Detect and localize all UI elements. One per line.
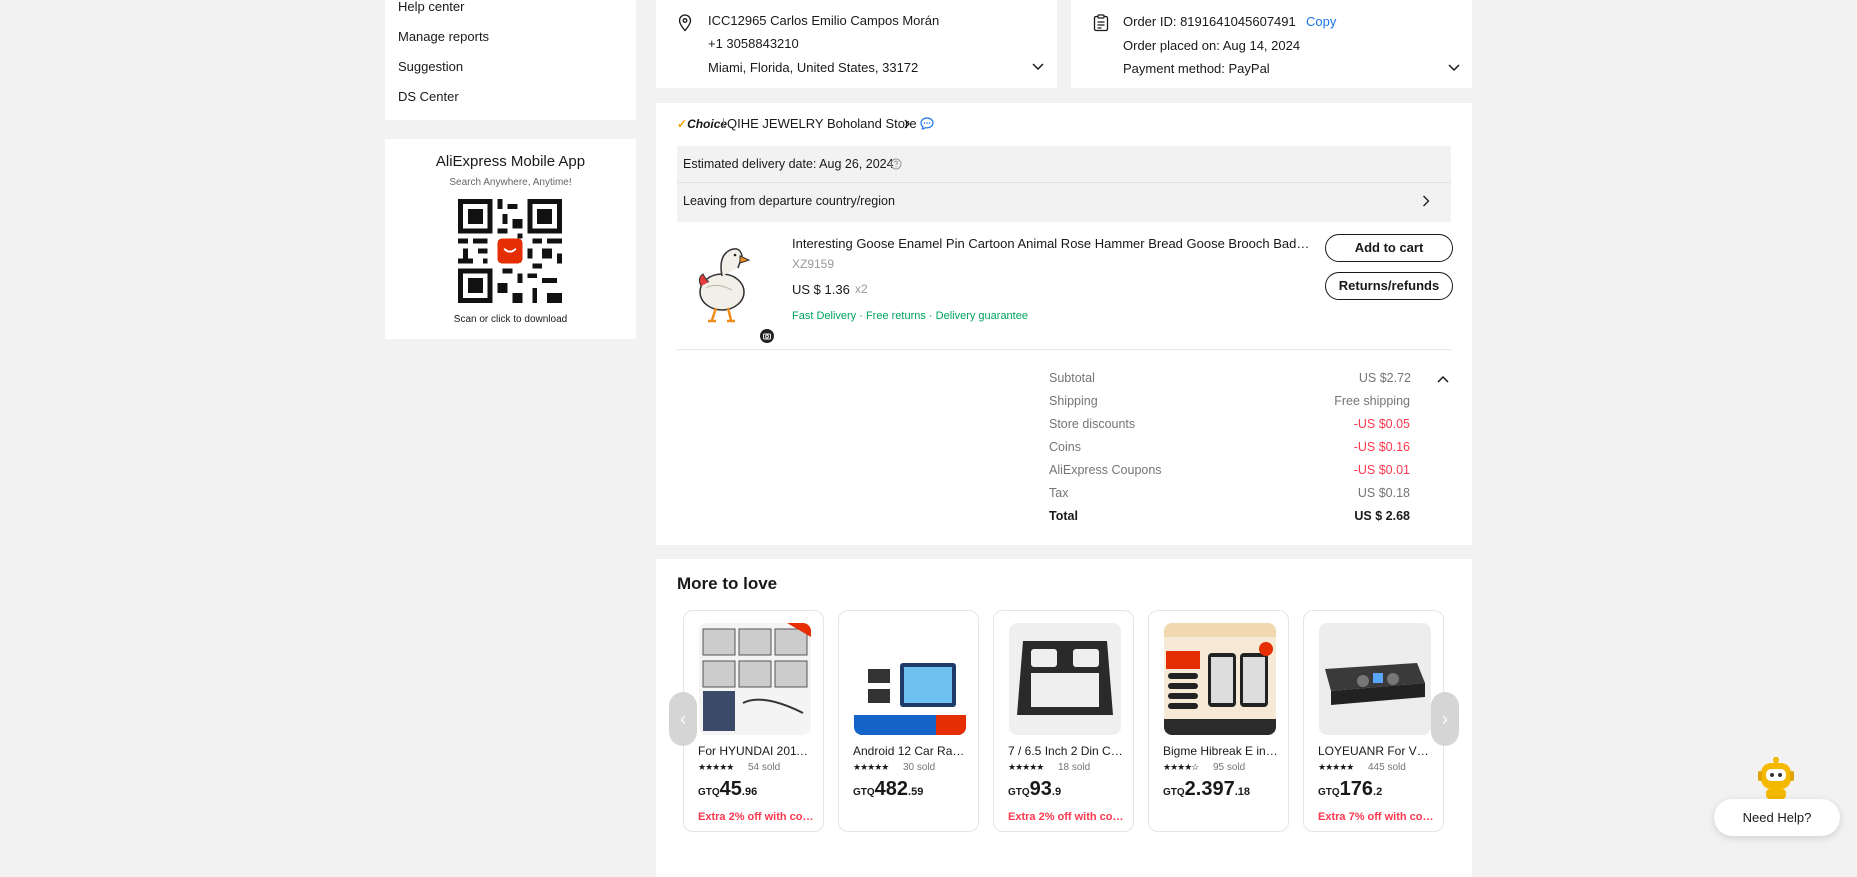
recommended-product-card[interactable]: LOYEUANR For VW Camera ★★★★★ 445 sold GT… [1303, 610, 1444, 832]
app-title: AliExpress Mobile App [435, 153, 586, 170]
star-rating: ★★★★★ [1318, 762, 1354, 772]
need-help-button[interactable]: Need Help? [1714, 799, 1840, 836]
chevron-right-icon[interactable] [1421, 194, 1431, 208]
product-name: Android 12 Car Radio For Hyundai [853, 744, 969, 758]
account-sidebar: Help center Manage reports Suggestion DS… [385, 0, 636, 120]
recipient-name: ICC12965 Carlos Emilio Campos Morán [708, 13, 940, 28]
sidebar-item-help-center[interactable]: Help center [398, 0, 464, 14]
sold-count: 18 sold [1058, 762, 1091, 773]
product-name: 7 / 6.5 Inch 2 Din Car Frame [1008, 744, 1124, 758]
store-order-card: ✓Choice QIHE JEWELRY Boholand Store Esti… [656, 103, 1472, 545]
app-download-link[interactable]: Scan or click to download [385, 314, 636, 325]
chevron-down-icon[interactable] [1031, 62, 1045, 72]
order-info-card: Order ID: 8191641045607491 Copy Order pl… [1071, 0, 1472, 88]
product-thumbnail[interactable] [692, 242, 766, 326]
copy-order-id-button[interactable]: Copy [1306, 14, 1336, 29]
promo-text: Extra 2% off with coins [1008, 811, 1124, 823]
carousel-prev-button[interactable]: ‹ [669, 692, 697, 746]
help-robot-icon[interactable] [1756, 757, 1796, 801]
chevron-down-icon[interactable] [1447, 63, 1461, 73]
product-price: GTQ45.96 [698, 778, 758, 800]
recipient-phone: +1 3058843210 [708, 36, 799, 51]
product-price: GTQ482.59 [853, 778, 924, 800]
sidebar-item-manage-reports[interactable]: Manage reports [398, 29, 489, 44]
promo-text: Extra 2% off with coins [698, 811, 814, 823]
product-title-link[interactable]: Interesting Goose Enamel Pin Cartoon Ani… [792, 236, 1312, 251]
star-rating: ★★★★★ [1008, 762, 1044, 772]
clipboard-icon [1093, 14, 1109, 32]
choice-badge: ✓Choice [677, 117, 728, 131]
chevron-up-icon[interactable] [1436, 374, 1450, 384]
sold-count: 95 sold [1213, 762, 1246, 773]
location-pin-icon [678, 14, 692, 32]
estimated-delivery-date: Estimated delivery date: Aug 26, 2024 [683, 157, 894, 171]
app-subtitle: Search Anywhere, Anytime! [449, 177, 572, 188]
chevron-right-icon: › [1442, 709, 1448, 729]
summary-subtotal: Subtotal US $2.72 [1049, 371, 1411, 385]
recommended-product-card[interactable]: Android 12 Car Radio For Hyundai ★★★★★ 3… [838, 610, 979, 832]
checkmark-icon: ✓ [677, 117, 688, 131]
payment-method: Payment method: PayPal [1123, 61, 1270, 76]
product-image [1319, 623, 1431, 735]
divider [677, 182, 1451, 183]
recommended-product-card[interactable]: 7 / 6.5 Inch 2 Din Car Frame ★★★★★ 18 so… [993, 610, 1134, 832]
carousel-next-button[interactable]: › [1431, 692, 1459, 746]
chevron-left-icon: ‹ [680, 709, 686, 729]
product-image [1164, 623, 1276, 735]
chevron-right-icon[interactable] [903, 118, 911, 130]
star-rating: ★★★★☆ [1163, 762, 1199, 772]
divider [677, 349, 1451, 350]
service-badges: Fast Delivery · Free returns · Delivery … [792, 310, 1028, 322]
order-id: Order ID: 8191641045607491 [1123, 14, 1296, 29]
sold-count: 445 sold [1368, 762, 1406, 773]
product-sku: XZ9159 [792, 257, 835, 271]
product-price: GTQ176.2 [1318, 778, 1383, 800]
summary-store-discounts: Store discounts -US $0.05 [1049, 417, 1410, 431]
product-name: Bigme Hibreak E ink Smartphone [1163, 744, 1279, 758]
qr-code-image[interactable] [458, 199, 562, 303]
product-price: GTQ93.9 [1008, 778, 1062, 800]
star-rating: ★★★★★ [853, 762, 889, 772]
recipient-location: Miami, Florida, United States, 33172 [708, 60, 919, 75]
summary-tax: Tax US $0.18 [1049, 486, 1410, 500]
shipping-address-card: ICC12965 Carlos Emilio Campos Morán +1 3… [656, 0, 1057, 88]
product-price: US $ 1.36 [792, 282, 850, 297]
section-title: More to love [677, 574, 778, 593]
departure-region[interactable]: Leaving from departure country/region [683, 194, 895, 208]
product-name: For HYUNDAI 2011-2016 Solaris [698, 744, 814, 758]
sold-count: 30 sold [903, 762, 936, 773]
summary-total: Total US $ 2.68 [1049, 509, 1410, 523]
sidebar-item-ds-center[interactable]: DS Center [398, 89, 459, 104]
store-name-link[interactable]: QIHE JEWELRY Boholand Store [727, 116, 917, 131]
product-image [1009, 623, 1121, 735]
help-circle-icon[interactable] [890, 158, 902, 170]
recommended-product-card[interactable]: For HYUNDAI 2011-2016 Solaris ★★★★★ 54 s… [683, 610, 824, 832]
order-placed-date: Order placed on: Aug 14, 2024 [1123, 38, 1301, 53]
delivery-info-box: Estimated delivery date: Aug 26, 2024 Le… [677, 146, 1451, 222]
more-to-love-section: More to love For HYUNDAI 2011-2016 Solar… [656, 559, 1472, 877]
product-image [699, 623, 811, 735]
mobile-app-card: AliExpress Mobile App Search Anywhere, A… [385, 139, 636, 339]
badge-divider [723, 118, 724, 128]
summary-coupons: AliExpress Coupons -US $0.01 [1049, 463, 1410, 477]
summary-coins: Coins -US $0.16 [1049, 440, 1410, 454]
promo-text: Extra 7% off with coins [1318, 811, 1434, 823]
returns-refunds-button[interactable]: Returns/refunds [1325, 272, 1453, 300]
recommended-product-card[interactable]: Bigme Hibreak E ink Smartphone ★★★★☆ 95 … [1148, 610, 1289, 832]
add-to-cart-button[interactable]: Add to cart [1325, 234, 1453, 262]
product-name: LOYEUANR For VW Camera [1318, 744, 1434, 758]
camera-icon[interactable] [760, 329, 774, 343]
sidebar-item-suggestion[interactable]: Suggestion [398, 59, 463, 74]
product-quantity: x2 [855, 282, 868, 296]
chat-bubble-icon[interactable] [920, 117, 934, 130]
product-price: GTQ2.397.18 [1163, 778, 1251, 800]
star-rating: ★★★★★ [698, 762, 734, 772]
product-image [854, 623, 966, 735]
sold-count: 54 sold [748, 762, 781, 773]
summary-shipping: Shipping Free shipping [1049, 394, 1410, 408]
